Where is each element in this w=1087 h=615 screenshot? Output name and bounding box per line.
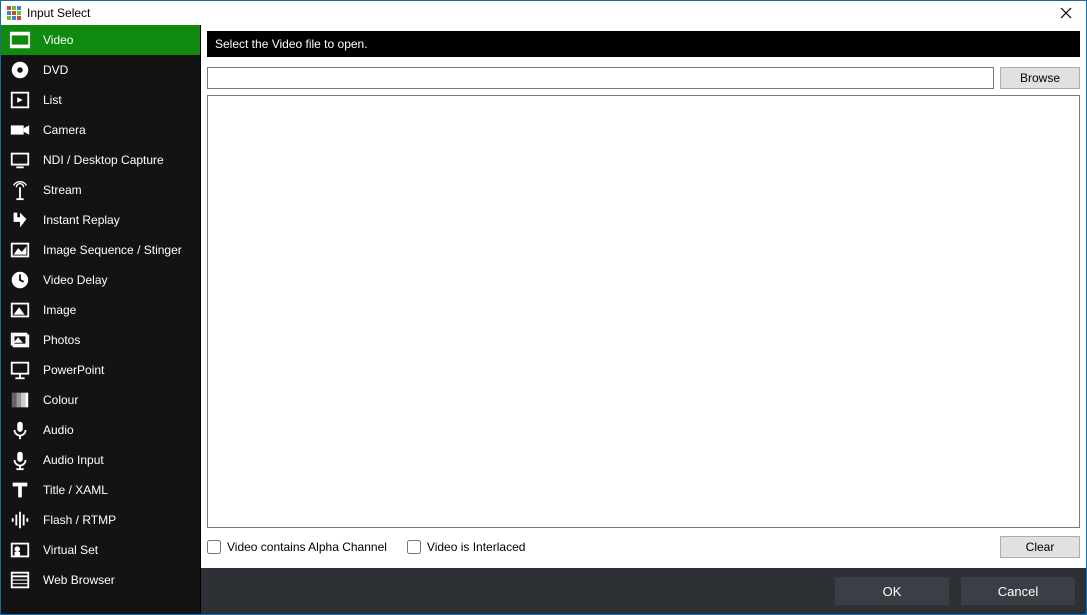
sidebar-item-stream[interactable]: Stream [1, 175, 200, 205]
image-sequence-icon [7, 237, 33, 263]
presentation-icon [7, 357, 33, 383]
clear-button[interactable]: Clear [1000, 536, 1080, 558]
alpha-channel-checkbox-label[interactable]: Video contains Alpha Channel [207, 540, 387, 554]
sidebar-item-image[interactable]: Image [1, 295, 200, 325]
sidebar-item-label: Camera [43, 123, 86, 137]
microphone-input-icon [7, 447, 33, 473]
window: Input Select Video DVD [0, 0, 1087, 615]
sidebar-item-title[interactable]: Title / XAML [1, 475, 200, 505]
title-icon [7, 477, 33, 503]
microphone-icon [7, 417, 33, 443]
instruction-bar: Select the Video file to open. [207, 31, 1080, 57]
window-title: Input Select [27, 6, 1046, 20]
titlebar: Input Select [1, 1, 1086, 25]
cancel-button[interactable]: Cancel [960, 576, 1076, 606]
footer: OK Cancel [201, 568, 1086, 614]
sidebar-item-video-delay[interactable]: Video Delay [1, 265, 200, 295]
sidebar-item-label: Video [43, 33, 73, 47]
sidebar: Video DVD List Camera [1, 25, 201, 614]
close-button[interactable] [1046, 1, 1086, 25]
ok-button[interactable]: OK [834, 576, 950, 606]
list-play-icon [7, 87, 33, 113]
replay-icon [7, 207, 33, 233]
clock-icon [7, 267, 33, 293]
file-list-area[interactable] [207, 95, 1080, 528]
waveform-icon [7, 507, 33, 533]
interlaced-checkbox[interactable] [407, 540, 421, 554]
interlaced-checkbox-label[interactable]: Video is Interlaced [407, 540, 526, 554]
colour-bars-icon [7, 387, 33, 413]
sidebar-item-label: Virtual Set [43, 543, 98, 557]
sidebar-item-audio-input[interactable]: Audio Input [1, 445, 200, 475]
sidebar-item-label: Audio Input [43, 453, 104, 467]
window-body: Video DVD List Camera [1, 25, 1086, 614]
camera-icon [7, 117, 33, 143]
sidebar-item-label: List [43, 93, 62, 107]
sidebar-item-label: Colour [43, 393, 78, 407]
alpha-channel-text: Video contains Alpha Channel [227, 540, 387, 554]
file-path-input[interactable] [207, 67, 994, 89]
sidebar-item-label: Web Browser [43, 573, 115, 587]
monitor-icon [7, 147, 33, 173]
sidebar-item-virtual-set[interactable]: Virtual Set [1, 535, 200, 565]
interlaced-text: Video is Interlaced [427, 540, 526, 554]
sidebar-item-label: Stream [43, 183, 82, 197]
sidebar-item-label: Audio [43, 423, 74, 437]
image-icon [7, 297, 33, 323]
options-row: Video contains Alpha Channel Video is In… [201, 532, 1086, 568]
disc-icon [7, 57, 33, 83]
sidebar-item-label: Flash / RTMP [43, 513, 116, 527]
sidebar-item-label: Video Delay [43, 273, 108, 287]
sidebar-item-audio[interactable]: Audio [1, 415, 200, 445]
sidebar-item-photos[interactable]: Photos [1, 325, 200, 355]
sidebar-item-web-browser[interactable]: Web Browser [1, 565, 200, 595]
sidebar-item-label: Image Sequence / Stinger [43, 243, 182, 257]
sidebar-item-video[interactable]: Video [1, 25, 200, 55]
sidebar-item-ndi[interactable]: NDI / Desktop Capture [1, 145, 200, 175]
path-row: Browse [201, 61, 1086, 91]
sidebar-item-colour[interactable]: Colour [1, 385, 200, 415]
sidebar-item-powerpoint[interactable]: PowerPoint [1, 355, 200, 385]
sidebar-item-flash[interactable]: Flash / RTMP [1, 505, 200, 535]
sidebar-item-list[interactable]: List [1, 85, 200, 115]
sidebar-item-label: DVD [43, 63, 68, 77]
app-icon [5, 4, 23, 22]
sidebar-item-dvd[interactable]: DVD [1, 55, 200, 85]
virtual-set-icon [7, 537, 33, 563]
sidebar-item-label: Image [43, 303, 76, 317]
sidebar-item-instant-replay[interactable]: Instant Replay [1, 205, 200, 235]
sidebar-item-image-sequence[interactable]: Image Sequence / Stinger [1, 235, 200, 265]
antenna-icon [7, 177, 33, 203]
sidebar-item-label: PowerPoint [43, 363, 104, 377]
instruction-text: Select the Video file to open. [215, 37, 368, 51]
alpha-channel-checkbox[interactable] [207, 540, 221, 554]
browser-icon [7, 567, 33, 593]
sidebar-item-label: Photos [43, 333, 80, 347]
sidebar-item-label: Instant Replay [43, 213, 120, 227]
sidebar-item-label: NDI / Desktop Capture [43, 153, 164, 167]
video-clip-icon [7, 27, 33, 53]
sidebar-item-label: Title / XAML [43, 483, 108, 497]
photos-icon [7, 327, 33, 353]
browse-button[interactable]: Browse [1000, 67, 1080, 89]
main-panel: Select the Video file to open. Browse Vi… [201, 25, 1086, 614]
sidebar-item-camera[interactable]: Camera [1, 115, 200, 145]
